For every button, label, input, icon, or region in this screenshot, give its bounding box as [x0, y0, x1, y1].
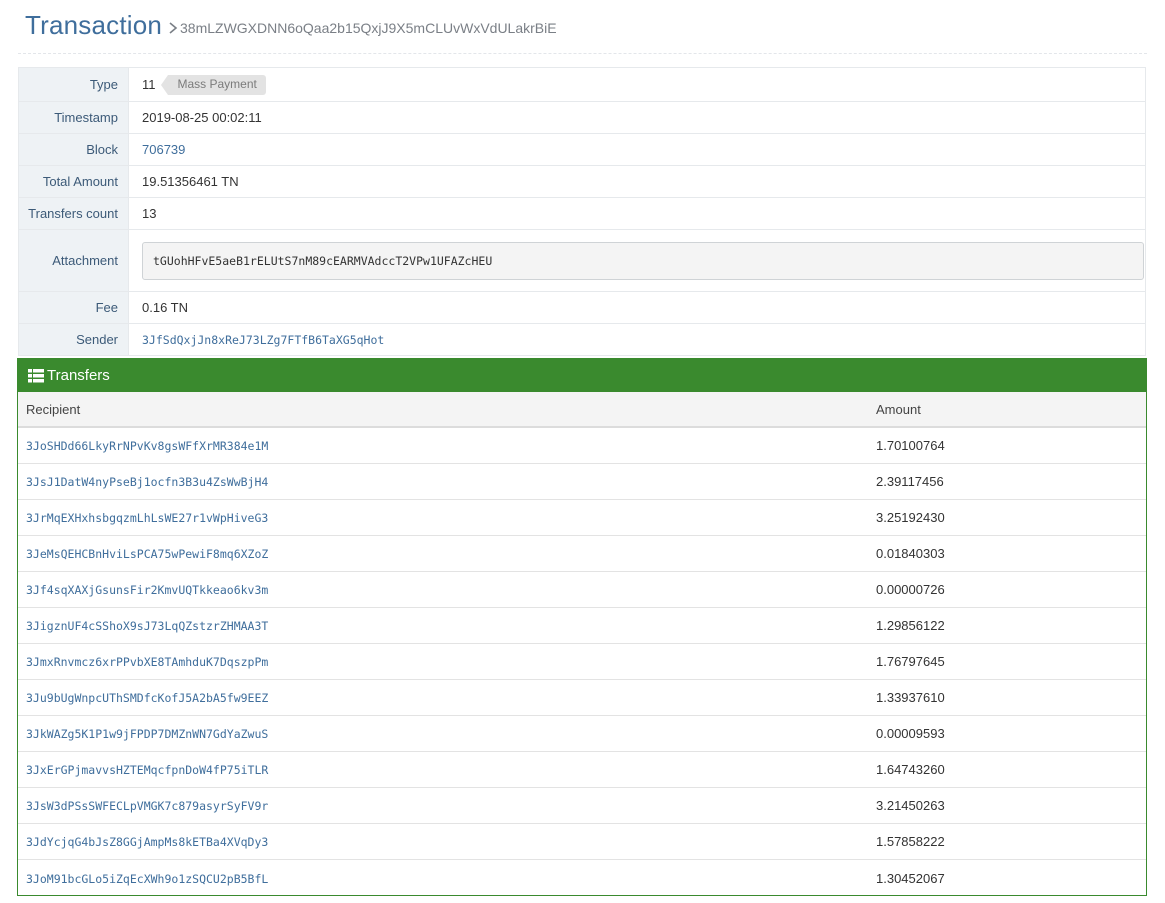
list-icon	[28, 368, 44, 382]
sender-label: Sender	[19, 324, 128, 355]
transfers-count-label: Transfers count	[19, 198, 128, 229]
amount-cell: 1.64743260	[876, 762, 945, 777]
recipient-link[interactable]: 3JmxRnvmcz6xrPPvbXE8TAmhduK7DqszpPm	[26, 655, 268, 669]
amount-cell: 1.76797645	[876, 654, 945, 669]
row-total-amount: Total Amount 19.51356461 TN	[19, 166, 1145, 198]
amount-cell: 1.70100764	[876, 438, 945, 453]
transfers-table-header: Recipient Amount	[18, 392, 1146, 428]
recipient-link[interactable]: 3JoM91bcGLo5iZqEcXWh9o1zSQCU2pB5BfL	[26, 872, 268, 886]
recipient-link[interactable]: 3JsW3dPSsSWFECLpVMGK7c879asyrSyFV9r	[26, 799, 268, 813]
row-block: Block 706739	[19, 134, 1145, 166]
amount-cell: 2.39117456	[876, 474, 944, 489]
row-attachment: Attachment tGUohHFvE5aeB1rELUtS7nM89cEAR…	[19, 230, 1145, 292]
total-amount-value: 19.51356461 TN	[128, 166, 1145, 197]
amount-cell: 0.00009593	[876, 726, 945, 741]
transfers-table-body: 3JoSHDd66LkyRrNPvKv8gsWFfXrMR384e1M 1.701…	[18, 428, 1146, 896]
recipient-cell: 3JdYcjqG4bJsZ8GGjAmpMs8kETBa4XVqDy3	[18, 834, 868, 849]
recipient-link[interactable]: 3JeMsQEHCBnHviLsPCA75wPewiF8mq6XZoZ	[26, 547, 268, 561]
amount-cell: 1.57858222	[876, 834, 945, 849]
recipient-cell: 3JsJ1DatW4nyPseBj1ocfn3B3u4ZsWwBjH4	[18, 474, 868, 489]
transfers-panel-header: Transfers	[18, 359, 1146, 392]
recipient-link[interactable]: 3JkWAZg5K1P1w9jFPDP7DMZnWN7GdYaZwuS	[26, 727, 268, 741]
row-sender: Sender 3JfSdQxjJn8xReJ73LZg7FTfB6TaXG5qH…	[19, 324, 1145, 356]
row-type: Type 11 Mass Payment	[19, 68, 1145, 102]
amount-cell: 1.29856122	[876, 618, 945, 633]
recipient-link[interactable]: 3Ju9bUgWnpcUThSMDfcKofJ5A2bA5fw9EEZ	[26, 691, 268, 705]
recipient-column-header: Recipient	[26, 401, 81, 417]
recipient-link[interactable]: 3JdYcjqG4bJsZ8GGjAmpMs8kETBa4XVqDy3	[26, 835, 268, 849]
type-value-cell: 11 Mass Payment	[128, 68, 1145, 101]
type-label: Type	[19, 68, 128, 101]
table-row: 3JkWAZg5K1P1w9jFPDP7DMZnWN7GdYaZwuS 0.000…	[18, 716, 1146, 752]
recipient-cell: 3JsW3dPSsSWFECLpVMGK7c879asyrSyFV9r	[18, 798, 868, 813]
amount-column-header: Amount	[876, 401, 921, 417]
table-row: 3JeMsQEHCBnHviLsPCA75wPewiF8mq6XZoZ 0.018…	[18, 536, 1146, 572]
amount-cell: 1.33937610	[876, 690, 945, 705]
recipient-link[interactable]: 3JxErGPjmavvsHZTEMqcfpnDoW4fP75iTLR	[26, 763, 268, 777]
table-row: 3JoM91bcGLo5iZqEcXWh9o1zSQCU2pB5BfL 1.304…	[18, 860, 1146, 896]
type-value: 11	[142, 77, 156, 92]
timestamp-label: Timestamp	[19, 102, 128, 133]
block-label: Block	[19, 134, 128, 165]
fee-value: 0.16 TN	[128, 292, 1145, 323]
table-row: 3JoSHDd66LkyRrNPvKv8gsWFfXrMR384e1M 1.701…	[18, 428, 1146, 464]
recipient-link[interactable]: 3JigznUF4cSShoX9sJ73LqQZstzrZHMAA3T	[26, 619, 268, 633]
row-fee: Fee 0.16 TN	[19, 292, 1145, 324]
recipient-link[interactable]: 3JsJ1DatW4nyPseBj1ocfn3B3u4ZsWwBjH4	[26, 475, 268, 489]
fee-label: Fee	[19, 292, 128, 323]
table-row: 3JxErGPjmavvsHZTEMqcfpnDoW4fP75iTLR 1.647…	[18, 752, 1146, 788]
attachment-label: Attachment	[19, 230, 128, 291]
recipient-cell: 3JeMsQEHCBnHviLsPCA75wPewiF8mq6XZoZ	[18, 546, 868, 561]
amount-cell: 0.01840303	[876, 546, 945, 561]
amount-cell: 0.00000726	[876, 582, 945, 597]
recipient-cell: 3JrMqEXHxhsbgqzmLhLsWE27r1vWpHiveG3	[18, 510, 868, 525]
table-row: 3Jf4sqXAXjGsunsFir2KmvUQTkkeao6kv3m 0.000…	[18, 572, 1146, 608]
recipient-cell: 3JoM91bcGLo5iZqEcXWh9o1zSQCU2pB5BfL	[18, 871, 868, 886]
recipient-cell: 3Ju9bUgWnpcUThSMDfcKofJ5A2bA5fw9EEZ	[18, 690, 868, 705]
transaction-page: Transaction 38mLZWGXDNN6oQaa2b15QxjJ9X5m…	[0, 0, 1165, 903]
table-row: 3JmxRnvmcz6xrPPvbXE8TAmhduK7DqszpPm 1.767…	[18, 644, 1146, 680]
transfers-panel: Transfers Recipient Amount 3JoSHDd66LkyR…	[17, 358, 1147, 896]
table-row: 3JigznUF4cSShoX9sJ73LqQZstzrZHMAA3T 1.298…	[18, 608, 1146, 644]
row-transfers-count: Transfers count 13	[19, 198, 1145, 230]
table-row: 3JsW3dPSsSWFECLpVMGK7c879asyrSyFV9r 3.214…	[18, 788, 1146, 824]
block-link[interactable]: 706739	[142, 142, 185, 157]
amount-cell: 1.30452067	[876, 870, 945, 886]
recipient-link[interactable]: 3JrMqEXHxhsbgqzmLhLsWE27r1vWpHiveG3	[26, 511, 268, 525]
table-row: 3JrMqEXHxhsbgqzmLhLsWE27r1vWpHiveG3 3.251…	[18, 500, 1146, 536]
amount-cell: 3.25192430	[876, 510, 945, 525]
total-amount-label: Total Amount	[19, 166, 128, 197]
transfers-panel-title: Transfers	[47, 367, 110, 384]
recipient-cell: 3JigznUF4cSShoX9sJ73LqQZstzrZHMAA3T	[18, 618, 868, 633]
transaction-id: 38mLZWGXDNN6oQaa2b15QxjJ9X5mCLUvWxVdULak…	[180, 20, 557, 36]
recipient-cell: 3JkWAZg5K1P1w9jFPDP7DMZnWN7GdYaZwuS	[18, 726, 868, 741]
table-row: 3JdYcjqG4bJsZ8GGjAmpMs8kETBa4XVqDy3 1.578…	[18, 824, 1146, 860]
recipient-cell: 3JoSHDd66LkyRrNPvKv8gsWFfXrMR384e1M	[18, 438, 868, 453]
page-header: Transaction 38mLZWGXDNN6oQaa2b15QxjJ9X5m…	[18, 0, 1147, 54]
attachment-value-cell: tGUohHFvE5aeB1rELUtS7nM89cEARMVAdccT2VPw…	[128, 230, 1145, 291]
recipient-link[interactable]: 3JoSHDd66LkyRrNPvKv8gsWFfXrMR384e1M	[26, 439, 268, 453]
timestamp-value: 2019-08-25 00:02:11	[128, 102, 1145, 133]
recipient-cell: 3JxErGPjmavvsHZTEMqcfpnDoW4fP75iTLR	[18, 762, 868, 777]
sender-link[interactable]: 3JfSdQxjJn8xReJ73LZg7FTfB6TaXG5qHot	[142, 333, 384, 347]
transaction-details-table: Type 11 Mass Payment Timestamp 2019-08-2…	[18, 67, 1146, 356]
row-timestamp: Timestamp 2019-08-25 00:02:11	[19, 102, 1145, 134]
recipient-link[interactable]: 3Jf4sqXAXjGsunsFir2KmvUQTkkeao6kv3m	[26, 583, 268, 597]
transfers-count-value: 13	[128, 198, 1145, 229]
page-title: Transaction	[25, 10, 163, 40]
attachment-box: tGUohHFvE5aeB1rELUtS7nM89cEARMVAdccT2VPw…	[142, 241, 1144, 280]
type-badge: Mass Payment	[160, 74, 266, 95]
table-row: 3JsJ1DatW4nyPseBj1ocfn3B3u4ZsWwBjH4 2.391…	[18, 464, 1146, 500]
recipient-cell: 3Jf4sqXAXjGsunsFir2KmvUQTkkeao6kv3m	[18, 582, 868, 597]
block-value-cell: 706739	[128, 134, 1145, 165]
recipient-cell: 3JmxRnvmcz6xrPPvbXE8TAmhduK7DqszpPm	[18, 654, 868, 669]
table-row: 3Ju9bUgWnpcUThSMDfcKofJ5A2bA5fw9EEZ 1.339…	[18, 680, 1146, 716]
amount-cell: 3.21450263	[876, 798, 945, 813]
sender-value-cell: 3JfSdQxjJn8xReJ73LZg7FTfB6TaXG5qHot	[128, 324, 1145, 355]
